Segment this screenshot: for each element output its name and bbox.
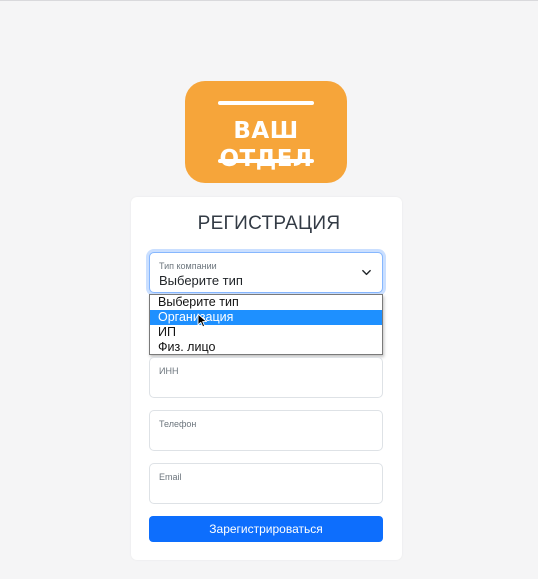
inn-field[interactable]: ИНН <box>149 357 383 398</box>
dropdown-option-choose[interactable]: Выберите тип <box>150 295 382 310</box>
inn-label: ИНН <box>159 366 179 376</box>
dropdown-option-ip[interactable]: ИП <box>150 325 382 340</box>
dropdown-option-individual[interactable]: Физ. лицо <box>150 340 382 355</box>
logo-top-bar <box>218 101 314 105</box>
form-title: РЕГИСТРАЦИЯ <box>197 213 341 234</box>
logo-bottom-bar <box>218 159 314 163</box>
logo: ВАШ ОТДЕЛ <box>185 81 347 183</box>
company-type-label: Тип компании <box>159 261 217 271</box>
register-button[interactable]: Зарегистрироваться <box>149 516 383 542</box>
top-divider <box>0 0 538 1</box>
chevron-down-icon <box>362 269 371 276</box>
company-type-dropdown[interactable]: Выберите тип Организация ИП Физ. лицо <box>149 294 383 355</box>
phone-label: Телефон <box>159 419 197 429</box>
email-field[interactable]: Email <box>149 463 383 504</box>
company-type-value: Выберите тип <box>159 273 243 288</box>
phone-field[interactable]: Телефон <box>149 410 383 451</box>
email-label: Email <box>159 472 182 482</box>
company-type-select[interactable]: Тип компании Выберите тип <box>149 252 383 293</box>
dropdown-option-organization[interactable]: Организация <box>150 310 382 325</box>
logo-text: ВАШ ОТДЕЛ <box>219 118 312 172</box>
mouse-cursor-icon <box>197 313 207 328</box>
